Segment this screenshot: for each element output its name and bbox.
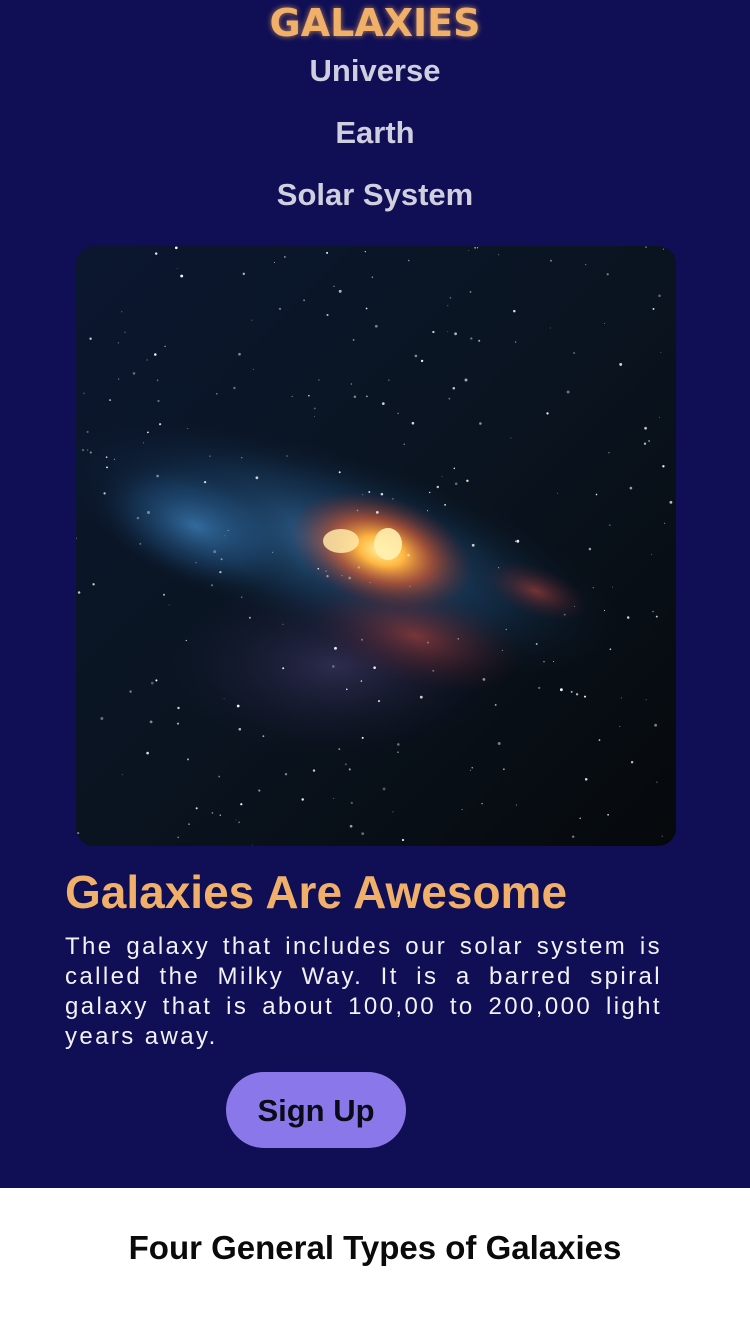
- hero-description: The galaxy that includes our solar syste…: [65, 933, 662, 1050]
- sign-up-button[interactable]: Sign Up: [226, 1072, 406, 1148]
- site-logo[interactable]: GALAXIES: [0, 0, 750, 46]
- nav-item-universe[interactable]: Universe: [0, 51, 750, 91]
- hero-section: GALAXIES Universe Earth Solar System Gal…: [0, 0, 750, 1188]
- hero-headline: Galaxies Are Awesome: [65, 866, 568, 918]
- nav-item-earth[interactable]: Earth: [0, 113, 750, 153]
- nav-item-solar-system[interactable]: Solar System: [0, 175, 750, 215]
- galaxy-types-heading: Four General Types of Galaxies: [128, 1229, 622, 1266]
- milky-way-image: [76, 246, 676, 846]
